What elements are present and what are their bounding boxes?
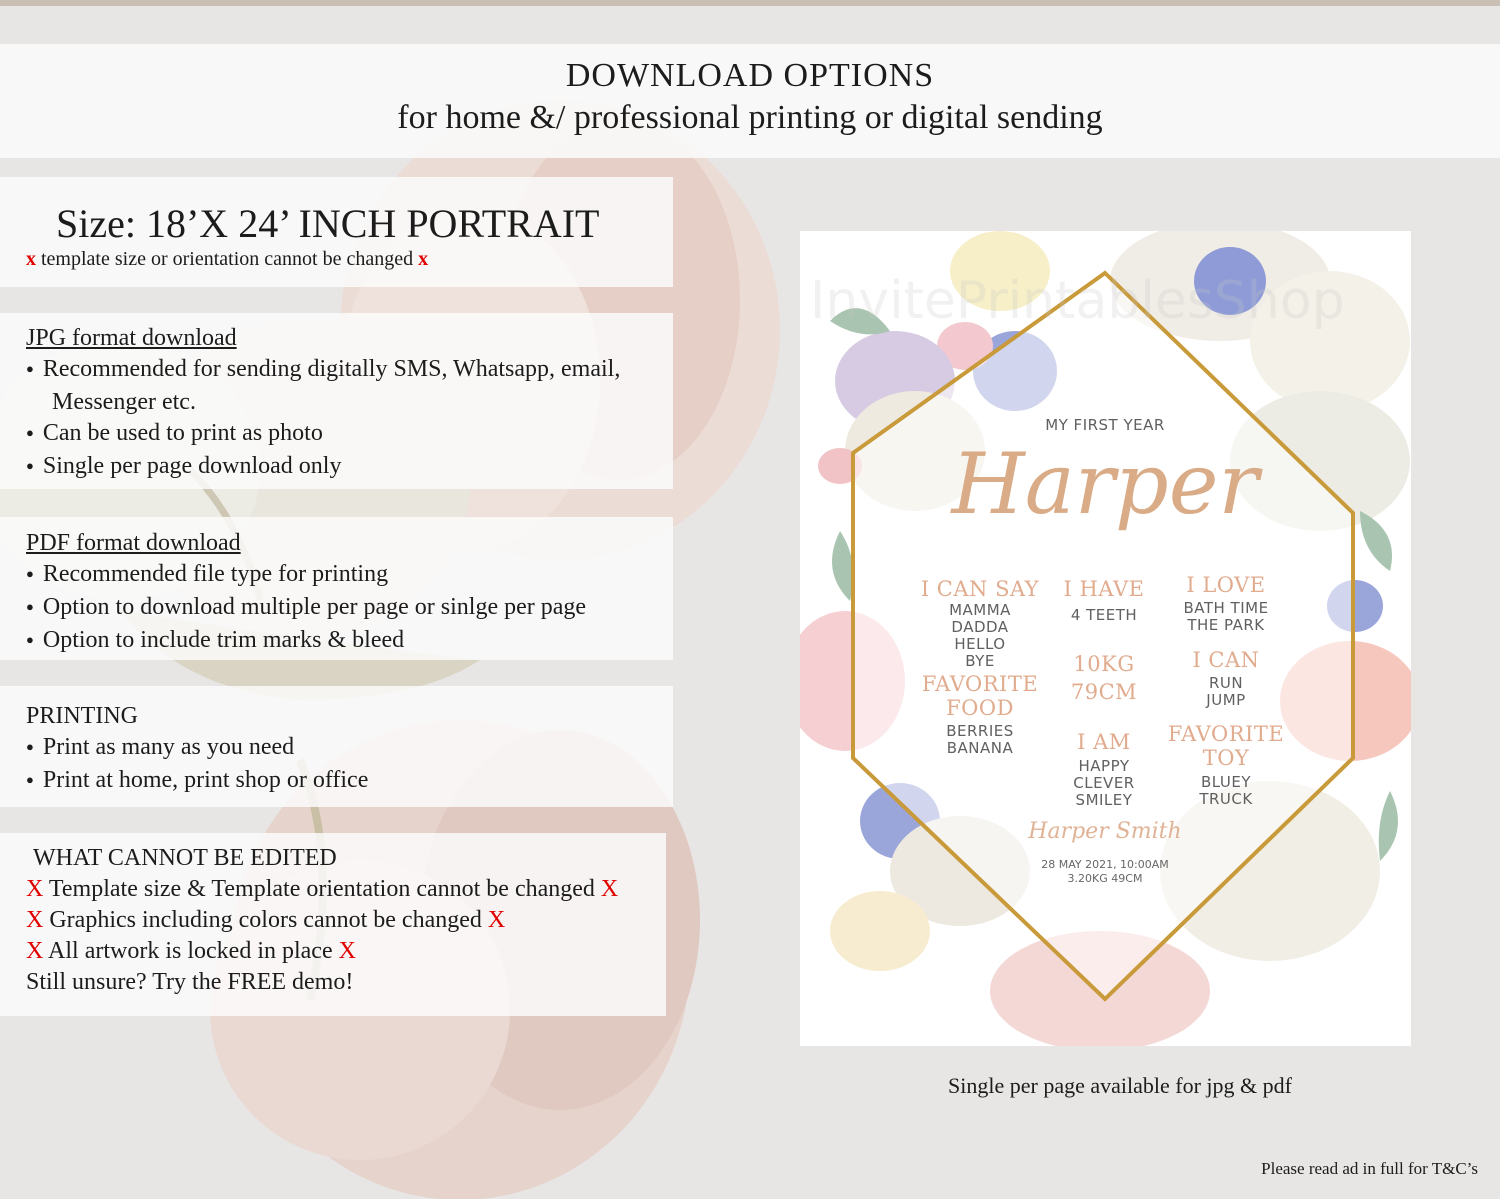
poster-birth-line: 28 MAY 2021, 10:00AM [1041,858,1169,871]
food-item: BANANA [946,739,1014,757]
red-x-icon: X [487,907,506,933]
size-note: x template size or orientation cannot be… [26,247,673,271]
poster-preview: InvitePrintablesShop MY FIRST YEAR Harpe… [800,231,1411,1046]
list-item: X All artwork is locked in place X [26,936,666,967]
love-item: BATH TIME [1183,599,1269,617]
can-say-item: HELLO [954,635,1006,653]
jpg-title: JPG format download [26,325,237,351]
list-item-text: All artwork is locked in place [48,938,333,964]
food-item: BERRIES [946,722,1014,740]
list-item: X Template size & Template orientation c… [26,874,666,905]
can-item: JUMP [1206,691,1246,709]
love-title: I LOVE [1186,573,1266,597]
list-item: Option to include trim marks & bleed [26,625,673,658]
list-item: X Graphics including colors cannot be ch… [26,905,666,936]
watermark: InvitePrintablesShop [810,271,1345,331]
pdf-panel: PDF format download Recommended file typ… [0,517,673,660]
am-item: CLEVER [1073,774,1135,792]
am-item: HAPPY [1078,757,1130,775]
can-say-item: DADDA [951,618,1009,636]
have-title: I HAVE [1063,577,1145,601]
page-title: DOWNLOAD OPTIONS [565,57,935,94]
can-title: I CAN [1192,648,1260,672]
printing-title: PRINTING [26,703,138,729]
list-item-text: Graphics including colors cannot be chan… [49,907,482,933]
printing-panel: PRINTING Print as many as you need Print… [0,686,673,807]
can-say-item: MAMMA [949,601,1011,619]
have-item: 4 TEETH [1070,606,1138,624]
food-title: FOOD [946,696,1014,720]
height-value: 79CM [1070,680,1138,704]
poster-name: Harper [951,435,1259,533]
jpg-panel: JPG format download Recommended for send… [0,313,673,489]
list-item: Print as many as you need [26,732,673,765]
poster-birth-line: 3.20KG 49CM [1067,872,1143,885]
red-x-icon: X [26,907,44,933]
poster-caption: Single per page available for jpg & pdf [948,1073,1292,1098]
food-title: FAVORITE [921,672,1039,696]
top-strip [0,0,1500,6]
size-title: Size: 18’X 24’ INCH PORTRAIT [56,201,600,246]
pdf-title: PDF format download [26,530,241,556]
red-x-icon: X [600,876,619,902]
weight-value: 10KG [1073,652,1135,676]
red-x-icon: x [418,248,429,270]
list-item: Print at home, print shop or office [26,765,673,798]
poster-first-year: MY FIRST YEAR [1045,416,1165,434]
list-item-text: Template size & Template orientation can… [48,876,595,902]
can-say-item: BYE [965,652,995,670]
cannot-edit-panel: WHAT CANNOT BE EDITED X Template size & … [0,833,666,1016]
red-x-icon: X [26,938,44,964]
terms-footnote: Please read ad in full for T&C’s [1261,1159,1478,1178]
toy-item: TRUCK [1199,790,1253,808]
poster-signature: Harper Smith [1028,819,1182,844]
list-item: Single per page download only [26,451,673,484]
list-item: Option to download multiple per page or … [26,592,673,625]
list-item: Recommended file type for printing [26,559,673,592]
size-panel: Size: 18’X 24’ INCH PORTRAIT x template … [0,177,673,287]
list-item: Can be used to print as photo [26,418,673,451]
header-banner: DOWNLOAD OPTIONS for home &/ professiona… [0,44,1500,158]
red-x-icon: X [338,938,356,964]
toy-title: TOY [1202,746,1250,770]
size-note-text: template size or orientation cannot be c… [41,248,414,270]
page-subtitle: for home &/ professional printing or dig… [397,99,1103,136]
am-item: SMILEY [1075,791,1133,809]
toy-title: FAVORITE [1167,722,1285,746]
red-x-icon: X [26,876,44,902]
red-x-icon: x [26,248,36,270]
toy-item: BLUEY [1200,773,1252,791]
am-title: I AM [1077,730,1131,754]
list-item-continued: Messenger etc. [52,389,196,415]
can-say-title: I CAN SAY [920,577,1040,601]
love-item: THE PARK [1187,616,1265,634]
cannot-edit-title: WHAT CANNOT BE EDITED [33,845,337,871]
can-item: RUN [1208,674,1244,692]
poster-floral-frame [800,231,1411,1046]
demo-text: Still unsure? Try the FREE demo! [26,969,354,995]
list-item: Recommended for sending digitally SMS, W… [26,354,673,387]
